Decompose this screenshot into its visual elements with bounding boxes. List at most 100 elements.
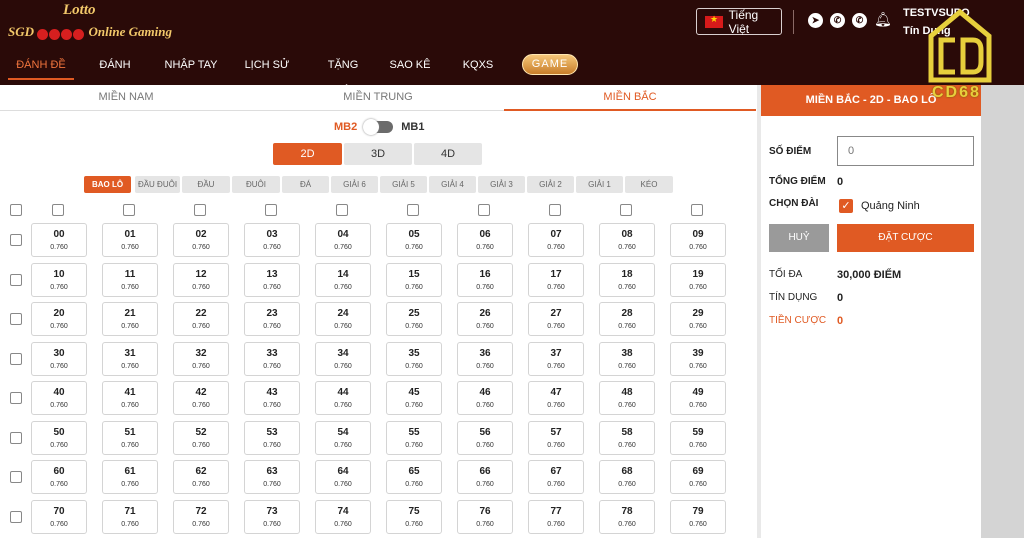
number-cell[interactable]: 11 0.760 — [102, 263, 158, 297]
number-cell[interactable]: 66 0.760 — [457, 460, 513, 494]
number-cell[interactable]: 14 0.760 — [315, 263, 371, 297]
number-cell[interactable]: 77 0.760 — [528, 500, 584, 534]
whatsapp-icon[interactable]: ✆ — [852, 13, 867, 28]
number-cell[interactable]: 44 0.760 — [315, 381, 371, 415]
subtab-item[interactable]: GIẢI 1 — [576, 176, 623, 193]
number-cell[interactable]: 18 0.760 — [599, 263, 655, 297]
number-cell[interactable]: 26 0.760 — [457, 302, 513, 336]
subtab-item[interactable]: KÉO — [625, 176, 673, 193]
number-cell[interactable]: 13 0.760 — [244, 263, 300, 297]
number-cell[interactable]: 07 0.760 — [528, 223, 584, 257]
number-cell[interactable]: 03 0.760 — [244, 223, 300, 257]
number-cell[interactable]: 53 0.760 — [244, 421, 300, 455]
number-cell[interactable]: 69 0.760 — [670, 460, 726, 494]
number-cell[interactable]: 78 0.760 — [599, 500, 655, 534]
subtab-item[interactable]: GIẢI 4 — [429, 176, 476, 193]
number-cell[interactable]: 55 0.760 — [386, 421, 442, 455]
number-cell[interactable]: 28 0.760 — [599, 302, 655, 336]
number-cell[interactable]: 62 0.760 — [173, 460, 229, 494]
column-checkbox[interactable] — [52, 204, 64, 216]
number-cell[interactable]: 10 0.760 — [31, 263, 87, 297]
number-cell[interactable]: 48 0.760 — [599, 381, 655, 415]
number-cell[interactable]: 24 0.760 — [315, 302, 371, 336]
number-cell[interactable]: 09 0.760 — [670, 223, 726, 257]
mb-switch[interactable] — [363, 119, 394, 135]
number-cell[interactable]: 32 0.760 — [173, 342, 229, 376]
select-all-checkbox[interactable] — [10, 204, 22, 216]
number-cell[interactable]: 68 0.760 — [599, 460, 655, 494]
number-cell[interactable]: 64 0.760 — [315, 460, 371, 494]
type-3d-button[interactable]: 3D — [344, 143, 412, 165]
mb-toggle[interactable]: MB2 MB1 — [334, 119, 424, 135]
number-cell[interactable]: 56 0.760 — [457, 421, 513, 455]
place-bet-button[interactable]: ĐẶT CƯỢC — [837, 224, 974, 252]
number-cell[interactable]: 08 0.760 — [599, 223, 655, 257]
number-cell[interactable]: 73 0.760 — [244, 500, 300, 534]
number-cell[interactable]: 04 0.760 — [315, 223, 371, 257]
number-cell[interactable]: 25 0.760 — [386, 302, 442, 336]
number-cell[interactable]: 38 0.760 — [599, 342, 655, 376]
number-cell[interactable]: 54 0.760 — [315, 421, 371, 455]
subtab-item[interactable]: ĐẦU — [182, 176, 230, 193]
column-checkbox[interactable] — [620, 204, 632, 216]
number-cell[interactable]: 72 0.760 — [173, 500, 229, 534]
row-checkbox[interactable] — [10, 313, 22, 325]
number-cell[interactable]: 35 0.760 — [386, 342, 442, 376]
number-cell[interactable]: 41 0.760 — [102, 381, 158, 415]
bell-icon[interactable]: 🔔︎ — [874, 11, 892, 28]
number-cell[interactable]: 76 0.760 — [457, 500, 513, 534]
number-cell[interactable]: 70 0.760 — [31, 500, 87, 534]
number-cell[interactable]: 79 0.760 — [670, 500, 726, 534]
nav-tang-co[interactable]: TẶNG CÒ — [318, 52, 368, 97]
row-checkbox[interactable] — [10, 432, 22, 444]
number-cell[interactable]: 02 0.760 — [173, 223, 229, 257]
number-cell[interactable]: 67 0.760 — [528, 460, 584, 494]
number-cell[interactable]: 21 0.760 — [102, 302, 158, 336]
points-input[interactable] — [837, 136, 974, 166]
tab-mien-trung[interactable]: MIỀN TRUNG — [252, 85, 504, 111]
number-cell[interactable]: 36 0.760 — [457, 342, 513, 376]
subtab-item[interactable]: ĐUÔI — [232, 176, 280, 193]
type-4d-button[interactable]: 4D — [414, 143, 482, 165]
site-logo[interactable]: Lotto SGD Online Gaming — [8, 2, 172, 42]
cancel-button[interactable]: HUỶ — [769, 224, 829, 252]
number-cell[interactable]: 34 0.760 — [315, 342, 371, 376]
number-cell[interactable]: 43 0.760 — [244, 381, 300, 415]
row-checkbox[interactable] — [10, 392, 22, 404]
number-cell[interactable]: 60 0.760 — [31, 460, 87, 494]
number-cell[interactable]: 23 0.760 — [244, 302, 300, 336]
number-cell[interactable]: 22 0.760 — [173, 302, 229, 336]
number-cell[interactable]: 37 0.760 — [528, 342, 584, 376]
number-cell[interactable]: 46 0.760 — [457, 381, 513, 415]
number-cell[interactable]: 39 0.760 — [670, 342, 726, 376]
row-checkbox[interactable] — [10, 471, 22, 483]
row-checkbox[interactable] — [10, 274, 22, 286]
viber-icon[interactable]: ✆ — [830, 13, 845, 28]
game-button[interactable]: GAME — [522, 54, 578, 75]
number-cell[interactable]: 71 0.760 — [102, 500, 158, 534]
number-cell[interactable]: 75 0.760 — [386, 500, 442, 534]
number-cell[interactable]: 33 0.760 — [244, 342, 300, 376]
number-cell[interactable]: 59 0.760 — [670, 421, 726, 455]
number-cell[interactable]: 29 0.760 — [670, 302, 726, 336]
number-cell[interactable]: 57 0.760 — [528, 421, 584, 455]
number-cell[interactable]: 74 0.760 — [315, 500, 371, 534]
number-cell[interactable]: 16 0.760 — [457, 263, 513, 297]
language-selector[interactable]: Tiếng Việt — [696, 8, 782, 36]
number-cell[interactable]: 30 0.760 — [31, 342, 87, 376]
telegram-icon[interactable]: ➤ — [808, 13, 823, 28]
tab-mien-bac[interactable]: MIỀN BẮC — [504, 85, 756, 111]
number-cell[interactable]: 00 0.760 — [31, 223, 87, 257]
column-checkbox[interactable] — [194, 204, 206, 216]
subtab-item[interactable]: GIẢI 2 — [527, 176, 574, 193]
row-checkbox[interactable] — [10, 353, 22, 365]
subtab-item[interactable]: ĐÁ — [282, 176, 329, 193]
column-checkbox[interactable] — [265, 204, 277, 216]
subtab-item[interactable]: GIẢI 5 — [380, 176, 427, 193]
number-cell[interactable]: 12 0.760 — [173, 263, 229, 297]
number-cell[interactable]: 50 0.760 — [31, 421, 87, 455]
row-checkbox[interactable] — [10, 511, 22, 523]
subtab-item[interactable]: ĐẦU ĐUÔI — [135, 176, 180, 193]
subtab-item[interactable]: GIẢI 6 — [331, 176, 378, 193]
subtab-item[interactable]: GIẢI 3 — [478, 176, 525, 193]
